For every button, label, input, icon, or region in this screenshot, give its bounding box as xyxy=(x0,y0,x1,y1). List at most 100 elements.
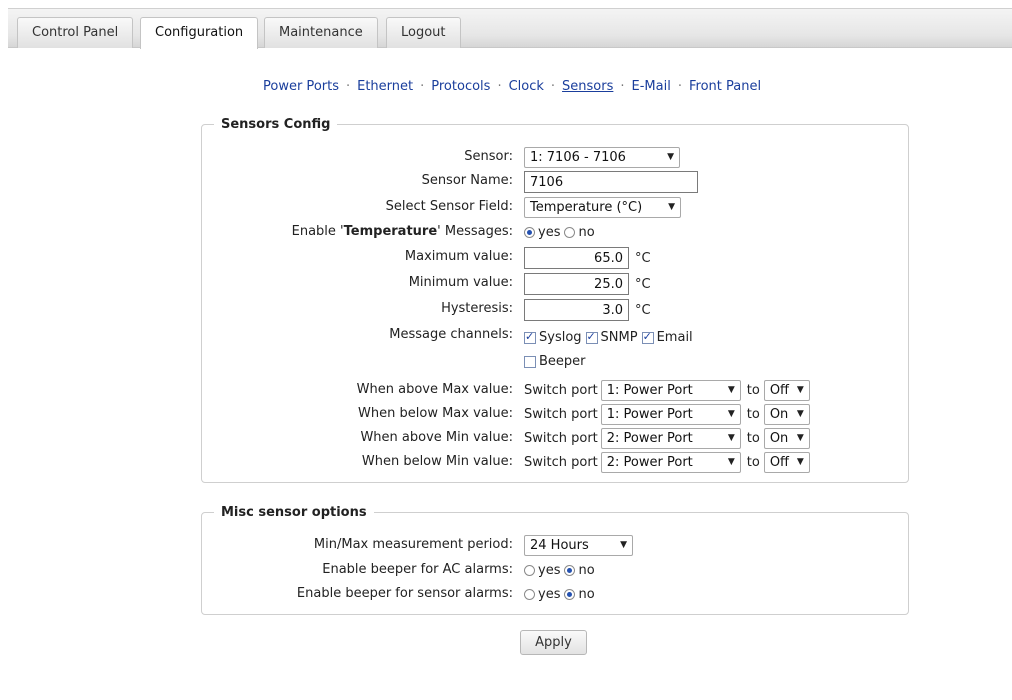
sensor-field-select-value: Temperature (°C) xyxy=(530,200,643,215)
subnav-protocols[interactable]: Protocols xyxy=(431,79,490,94)
state-select-value: Off xyxy=(769,383,790,398)
beeper-checkbox[interactable] xyxy=(524,355,536,368)
port-select[interactable]: 2: Power Port ▼ xyxy=(600,428,741,449)
misc-options-legend: Misc sensor options xyxy=(214,505,374,520)
sensors-config-legend: Sensors Config xyxy=(214,117,338,132)
max-value-row: Maximum value: °C xyxy=(202,247,908,269)
tab-control-panel[interactable]: Control Panel xyxy=(17,17,134,48)
state-select[interactable]: On ▼ xyxy=(763,428,810,449)
enable-messages-yes-radio[interactable] xyxy=(524,227,535,238)
subnav-separator: · xyxy=(497,79,502,94)
tab-bar: Control Panel Configuration Maintenance … xyxy=(8,8,1012,49)
port-select[interactable]: 1: Power Port ▼ xyxy=(600,404,741,425)
hysteresis-row: Hysteresis: °C xyxy=(202,299,908,321)
sensor-select[interactable]: 1: 7106 - 7106 ▼ xyxy=(524,147,680,168)
switch-port-text: Switch port xyxy=(524,431,598,446)
tab-logout[interactable]: Logout xyxy=(386,17,461,48)
chevron-down-icon: ▼ xyxy=(727,385,735,395)
sensor-name-row: Sensor Name: xyxy=(202,171,908,193)
to-text: to xyxy=(746,407,760,422)
min-value-label: Minimum value: xyxy=(408,275,513,290)
beeper-ac-label: Enable beeper for AC alarms: xyxy=(322,562,513,577)
action-label: When below Max value: xyxy=(358,406,513,421)
action-row-below-min: When below Min value: Switch port 2: Pow… xyxy=(202,452,908,474)
action-label: When above Max value: xyxy=(356,382,513,397)
misc-options-fieldset: Misc sensor options Min/Max measurement … xyxy=(201,505,909,615)
max-value-label: Maximum value: xyxy=(404,249,513,264)
subnav-front-panel[interactable]: Front Panel xyxy=(689,79,761,94)
switch-port-text: Switch port xyxy=(524,383,598,398)
action-row-above-min: When above Min value: Switch port 2: Pow… xyxy=(202,428,908,450)
min-value-input[interactable] xyxy=(524,273,629,295)
period-select[interactable]: 24 Hours ▼ xyxy=(524,535,633,556)
email-checkbox[interactable] xyxy=(641,330,654,344)
chevron-down-icon: ▼ xyxy=(796,409,804,419)
beeper-label: Beeper xyxy=(539,354,586,369)
chevron-down-icon: ▼ xyxy=(620,540,627,550)
max-value-input[interactable] xyxy=(524,247,629,269)
state-select[interactable]: On ▼ xyxy=(763,404,810,425)
enable-messages-label: Enable 'Temperature' Messages: xyxy=(291,224,513,239)
beeper-sensor-label: Enable beeper for sensor alarms: xyxy=(296,586,513,601)
port-select-value: 1: Power Port xyxy=(606,407,693,422)
subnav-separator: · xyxy=(620,79,625,94)
switch-port-text: Switch port xyxy=(524,407,598,422)
state-select[interactable]: Off ▼ xyxy=(763,380,810,401)
subnav-power-ports[interactable]: Power Ports xyxy=(263,79,339,94)
channels-row-2: Beeper xyxy=(202,351,908,373)
sensor-field-select[interactable]: Temperature (°C) ▼ xyxy=(524,197,681,218)
sensor-select-value: 1: 7106 - 7106 xyxy=(530,150,626,165)
to-text: to xyxy=(746,455,760,470)
apply-button[interactable]: Apply xyxy=(520,630,587,655)
chevron-down-icon: ▼ xyxy=(667,152,674,162)
snmp-checkbox[interactable] xyxy=(585,330,598,344)
sensor-name-label: Sensor Name: xyxy=(421,173,513,188)
beeper-ac-no-label: no xyxy=(578,563,595,578)
config-subnav: Power Ports · Ethernet · Protocols · Clock · Sen… xyxy=(263,79,761,94)
tab-configuration[interactable]: Configuration xyxy=(140,17,259,49)
beeper-sensor-no-label: no xyxy=(578,587,595,602)
chevron-down-icon: ▼ xyxy=(796,385,804,395)
port-select-value: 1: Power Port xyxy=(606,383,693,398)
enable-messages-no-radio[interactable] xyxy=(564,227,576,238)
channels-label: Message channels: xyxy=(389,327,513,342)
enable-messages-row: Enable 'Temperature' Messages: yes no xyxy=(202,222,908,244)
subnav-separator: · xyxy=(677,79,682,94)
state-select[interactable]: Off ▼ xyxy=(763,452,810,473)
hysteresis-input[interactable] xyxy=(524,299,629,321)
action-label: When above Min value: xyxy=(360,430,513,445)
subnav-clock[interactable]: Clock xyxy=(509,79,544,94)
chevron-down-icon: ▼ xyxy=(727,457,735,467)
subnav-separator: · xyxy=(550,79,556,94)
chevron-down-icon: ▼ xyxy=(796,433,804,443)
beeper-ac-row: Enable beeper for AC alarms: yes no xyxy=(202,560,908,582)
port-select-value: 2: Power Port xyxy=(606,431,693,446)
port-select[interactable]: 1: Power Port ▼ xyxy=(600,380,741,401)
subnav-separator: · xyxy=(420,79,425,94)
chevron-down-icon: ▼ xyxy=(668,202,675,212)
beeper-sensor-no-radio[interactable] xyxy=(564,589,576,600)
period-label: Min/Max measurement period: xyxy=(313,537,513,552)
snmp-label: SNMP xyxy=(600,330,638,345)
sensor-name-input[interactable] xyxy=(524,171,698,193)
to-text: to xyxy=(746,383,760,398)
period-row: Min/Max measurement period: 24 Hours ▼ xyxy=(202,535,908,557)
max-value-unit: °C xyxy=(635,250,651,266)
beeper-sensor-yes-radio[interactable] xyxy=(524,589,535,600)
subnav-email[interactable]: E-Mail xyxy=(632,79,671,94)
subnav-ethernet[interactable]: Ethernet xyxy=(357,79,413,94)
action-label: When below Min value: xyxy=(361,454,513,469)
syslog-checkbox[interactable] xyxy=(524,330,536,344)
port-select-value: 2: Power Port xyxy=(606,455,693,470)
tab-maintenance[interactable]: Maintenance xyxy=(264,17,378,48)
sensors-config-fieldset: Sensors Config Sensor: 1: 7106 - 7106 ▼ … xyxy=(201,117,909,483)
port-select[interactable]: 2: Power Port ▼ xyxy=(600,452,741,473)
state-select-value: On xyxy=(769,407,789,422)
min-value-row: Minimum value: °C xyxy=(202,273,908,295)
subnav-sensors[interactable]: Sensors xyxy=(562,79,613,94)
period-select-value: 24 Hours xyxy=(530,538,589,553)
beeper-ac-no-radio[interactable] xyxy=(564,565,576,576)
channels-row: Message channels: Syslog SNMP Email xyxy=(202,325,908,347)
beeper-ac-yes-radio[interactable] xyxy=(524,565,535,576)
min-value-unit: °C xyxy=(635,276,651,292)
